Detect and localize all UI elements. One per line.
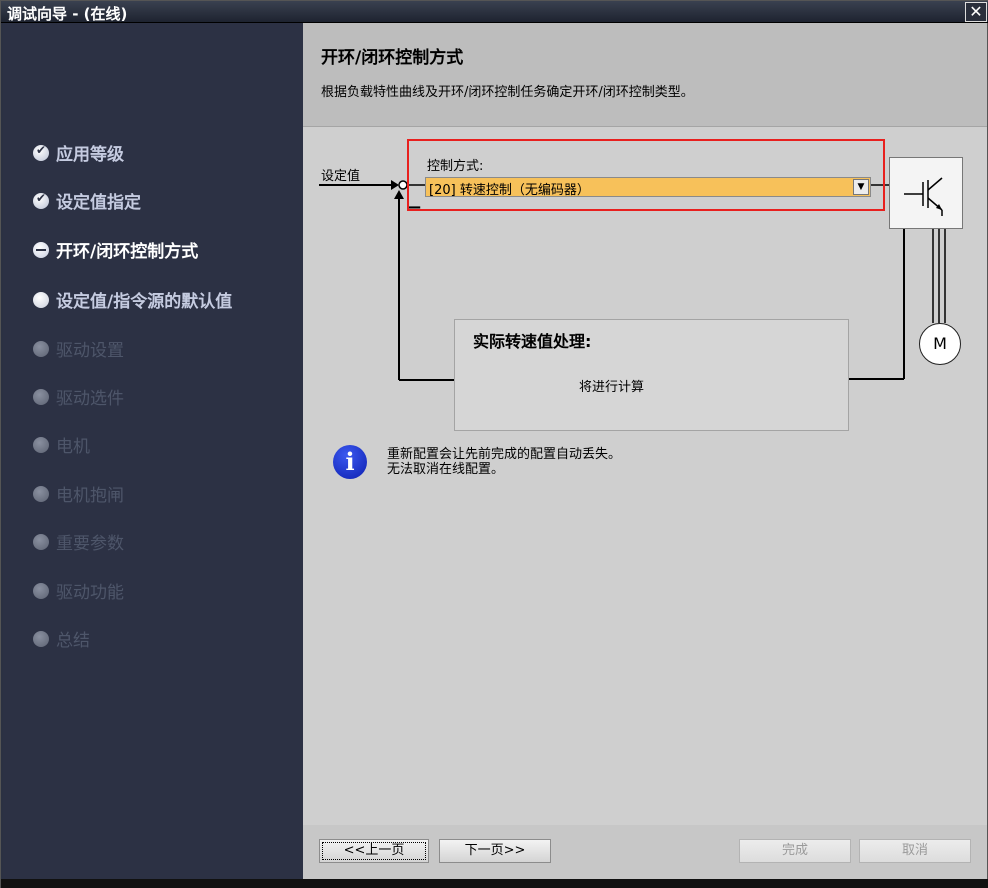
step-label: 重要参数 (56, 534, 124, 554)
step-summary: 总结 (33, 626, 90, 651)
actual-speed-processing-box: 实际转速值处理: 将进行计算 (454, 319, 849, 431)
cancel-button[interactable]: 取消 (859, 839, 971, 863)
disabled-step-icon (33, 485, 49, 502)
control-mode-label: 控制方式: (427, 159, 484, 174)
disabled-step-icon (33, 340, 49, 357)
step-drive-functions: 驱动功能 (33, 578, 124, 603)
window-title: 调试向导 - (在线) (7, 5, 128, 23)
check-icon (33, 191, 49, 209)
setpoint-label: 设定值 (321, 169, 361, 184)
info-icon: i (333, 445, 367, 479)
step-label: 总结 (56, 631, 90, 651)
page-description: 根据负载特性曲线及开环/闭环控制任务确定开环/闭环控制类型。 (321, 85, 694, 100)
wizard-footer: <<上一页 下一页>> 完成 取消 (303, 825, 987, 879)
disabled-step-icon (33, 388, 49, 405)
control-mode-value: [20] 转速控制（无编码器） (429, 183, 590, 198)
step-application-class[interactable]: 应用等级 (33, 140, 124, 165)
pending-step-icon (33, 291, 49, 308)
step-label: 设定值/指令源的默认值 (56, 292, 233, 312)
info-message: 重新配置会让先前完成的配置自动丢失。 无法取消在线配置。 (387, 447, 621, 477)
setpoint-arrowhead (391, 180, 399, 190)
step-setpoint-defaults[interactable]: 设定值/指令源的默认值 (33, 287, 232, 312)
summing-junction (398, 180, 408, 190)
current-step-icon (33, 241, 49, 258)
next-page-button[interactable]: 下一页>> (439, 839, 551, 863)
step-important-parameters: 重要参数 (33, 529, 124, 554)
check-icon (33, 143, 49, 161)
step-drive-settings: 驱动设置 (33, 336, 124, 361)
feedback-title: 实际转速值处理: (473, 332, 592, 351)
highlight-frame (407, 139, 885, 211)
igbt-block (889, 157, 963, 229)
step-label: 应用等级 (56, 145, 124, 165)
step-label: 电机 (56, 437, 90, 457)
wizard-window: 调试向导 - (在线) ✕ 应用等级 设定值指定 开环/闭环控制方式 设定值/指… (0, 0, 988, 888)
finish-button[interactable]: 完成 (739, 839, 851, 863)
step-label: 驱动选件 (56, 389, 124, 409)
motor-symbol: M (919, 323, 961, 365)
feedback-note: 将进行计算 (579, 380, 645, 395)
close-button[interactable]: ✕ (965, 2, 987, 22)
step-label: 电机抱闸 (56, 486, 124, 506)
bottom-border (1, 879, 988, 888)
info-line-2: 无法取消在线配置。 (387, 462, 505, 477)
chevron-down-icon[interactable]: ▼ (853, 179, 869, 195)
control-mode-select[interactable]: [20] 转速控制（无编码器） ▼ (425, 177, 871, 198)
step-motor-brake: 电机抱闸 (33, 481, 124, 506)
disabled-step-icon (33, 582, 49, 599)
igbt-icon (904, 177, 943, 216)
step-drive-options: 驱动选件 (33, 384, 124, 409)
prev-page-button[interactable]: <<上一页 (319, 839, 429, 863)
wizard-steps-sidebar: 应用等级 设定值指定 开环/闭环控制方式 设定值/指令源的默认值 驱动设置 驱动… (3, 23, 303, 879)
step-label: 驱动设置 (56, 341, 124, 361)
control-mode-panel: 设定值 − 控制方式: [20] 转速控制（无编码器） ▼ M 实际转速值处理:… (303, 127, 987, 825)
page-header: 开环/闭环控制方式 根据负载特性曲线及开环/闭环控制任务确定开环/闭环控制类型。 (303, 23, 987, 127)
feedback-arrowhead (394, 190, 404, 199)
title-bar: 调试向导 - (在线) ✕ (1, 1, 988, 23)
step-label: 设定值指定 (56, 193, 141, 213)
step-control-mode[interactable]: 开环/闭环控制方式 (33, 237, 198, 262)
step-label: 驱动功能 (56, 583, 124, 603)
step-motor: 电机 (33, 432, 90, 457)
info-line-1: 重新配置会让先前完成的配置自动丢失。 (387, 447, 622, 462)
step-setpoint-assignment[interactable]: 设定值指定 (33, 188, 141, 213)
disabled-step-icon (33, 436, 49, 453)
disabled-step-icon (33, 533, 49, 550)
page-title: 开环/闭环控制方式 (321, 48, 464, 68)
disabled-step-icon (33, 630, 49, 647)
step-label: 开环/闭环控制方式 (56, 242, 199, 262)
